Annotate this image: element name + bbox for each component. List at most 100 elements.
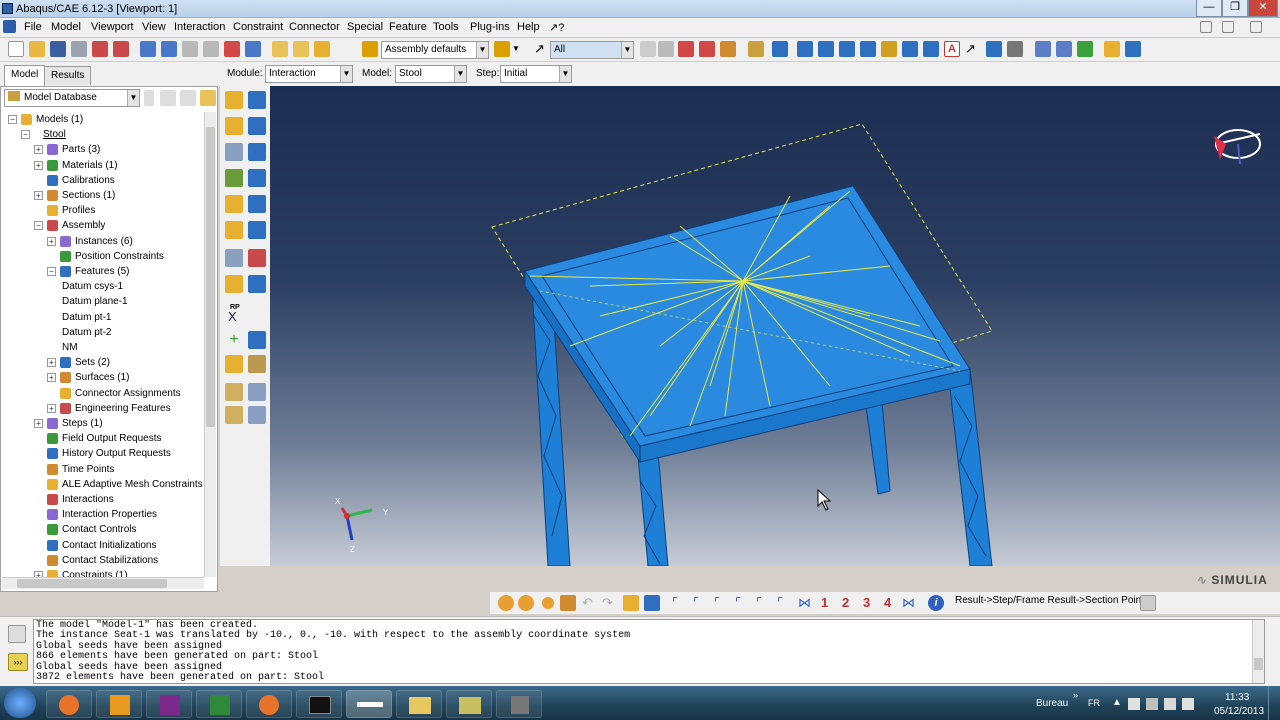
menu-context-help[interactable]: ↗? — [549, 21, 564, 34]
front-view-icon[interactable] — [293, 41, 309, 57]
collapse-icon[interactable]: − — [47, 267, 56, 276]
cycle-views-icon[interactable] — [245, 41, 261, 57]
taskbar-abaqus[interactable] — [346, 690, 392, 718]
tree-vertical-scrollbar[interactable] — [204, 112, 216, 577]
selection-filter-combo[interactable]: All ▼ — [550, 41, 634, 59]
menu-file[interactable]: File — [24, 21, 42, 33]
list-icon[interactable] — [1007, 41, 1023, 57]
view-2-button[interactable]: 2 — [842, 595, 849, 610]
view-zy-icon[interactable]: ⌜ — [756, 595, 772, 611]
pick-all-icon[interactable] — [699, 41, 715, 57]
create-section-icon[interactable] — [225, 221, 243, 239]
mesh-display-icon[interactable] — [498, 595, 514, 611]
view-custom-icon[interactable]: ⋈ — [902, 595, 918, 611]
tree-sort-icon[interactable] — [144, 90, 154, 106]
connector-manager-icon[interactable] — [248, 195, 266, 213]
create-interaction-icon[interactable] — [225, 91, 243, 109]
auto-fit-icon[interactable] — [224, 41, 240, 57]
desktop-label[interactable]: Bureau — [1036, 698, 1068, 709]
constraint-manager-icon[interactable] — [248, 169, 266, 187]
pick-icon[interactable] — [658, 41, 674, 57]
menu-viewport[interactable]: Viewport — [91, 21, 134, 33]
expand-icon[interactable]: + — [47, 403, 56, 413]
view-xy-icon[interactable]: ⌜ — [672, 595, 688, 611]
set-icon[interactable] — [225, 406, 243, 424]
chevron-up-icon[interactable]: » — [1073, 690, 1078, 700]
minimize-button[interactable]: — — [1196, 0, 1222, 17]
action-center-icon[interactable] — [1128, 698, 1140, 710]
message-scrollbar[interactable] — [1252, 620, 1264, 683]
datum-axis-icon[interactable] — [248, 331, 266, 349]
job-icon[interactable] — [113, 41, 129, 57]
grid-icon[interactable] — [986, 41, 1002, 57]
render-wire-icon[interactable] — [797, 41, 813, 57]
menu-view[interactable]: View — [142, 21, 166, 33]
arrow-annotation-icon[interactable]: ↗ — [965, 41, 981, 57]
close-button[interactable]: ✕ — [1248, 0, 1278, 17]
expand-icon[interactable]: + — [47, 358, 56, 368]
taskbar-tool[interactable] — [496, 690, 542, 718]
menu-app-icon[interactable] — [3, 20, 16, 33]
start-button[interactable] — [4, 688, 36, 718]
model-combo[interactable]: Stool ▼ — [395, 65, 467, 83]
viewport[interactable]: X Y Z — [270, 86, 1280, 566]
view-3-button[interactable]: 3 — [863, 595, 870, 610]
layers-icon[interactable] — [1035, 41, 1051, 57]
create-wire-icon[interactable] — [225, 249, 243, 267]
edges-icon[interactable] — [881, 41, 897, 57]
chevron-down-icon[interactable]: ▼ — [512, 41, 520, 57]
clock-time[interactable]: 11:33 — [1225, 692, 1249, 703]
create-constraint-icon[interactable] — [225, 169, 243, 187]
print-icon[interactable] — [71, 41, 87, 57]
assignment-manager-icon[interactable] — [248, 275, 266, 293]
assembly-defaults-combo[interactable]: Assembly defaults ▼ — [381, 41, 489, 59]
collapse-icon[interactable]: − — [34, 221, 43, 231]
close-viewport-icon[interactable] — [1250, 21, 1262, 33]
iso-view-icon[interactable] — [272, 41, 288, 57]
taskbar-firefox[interactable] — [46, 690, 92, 718]
expand-icon[interactable]: + — [34, 419, 43, 428]
tree-horizontal-scrollbar[interactable] — [2, 577, 204, 589]
save-icon[interactable] — [50, 41, 66, 57]
collapse-icon[interactable]: − — [8, 115, 17, 124]
replace-icon[interactable] — [720, 41, 736, 57]
section-manager-icon[interactable] — [248, 221, 266, 239]
taskbar-outlook[interactable] — [96, 690, 142, 718]
clock-date[interactable]: 05/12/2013 — [1214, 706, 1264, 717]
open-icon[interactable] — [29, 41, 45, 57]
pick-box-icon[interactable] — [678, 41, 694, 57]
tree-filter-icon[interactable] — [180, 90, 196, 106]
taskbar-explorer[interactable] — [396, 690, 442, 718]
assembly-icon[interactable] — [623, 595, 639, 611]
datum-point-icon[interactable]: + — [225, 331, 243, 349]
create-control-icon[interactable] — [225, 143, 243, 161]
view-1-button[interactable]: 1 — [821, 595, 828, 610]
overlay-icon[interactable] — [518, 595, 534, 611]
display-group-icon[interactable] — [1056, 41, 1072, 57]
menu-constraint[interactable]: Constraint — [233, 21, 283, 33]
expand-icon[interactable]: + — [47, 236, 56, 246]
power-icon[interactable] — [1182, 698, 1194, 710]
python-shell-icon[interactable]: ››› — [8, 653, 28, 671]
message-area-icon[interactable] — [8, 625, 26, 643]
language-indicator[interactable]: FR — [1088, 698, 1100, 708]
surface-icon[interactable] — [248, 406, 266, 424]
view-compass-icon[interactable] — [1214, 129, 1261, 165]
redo-icon[interactable]: ↷ — [602, 595, 618, 611]
menu-feature[interactable]: Feature — [389, 21, 427, 33]
expand-icon[interactable]: + — [34, 160, 43, 170]
box-zoom-icon[interactable] — [203, 41, 219, 57]
datum-plane-icon[interactable] — [225, 355, 243, 373]
step-combo[interactable]: Initial ▼ — [500, 65, 572, 83]
model-database-combo[interactable]: Model Database ▼ — [4, 89, 140, 107]
filter-icon[interactable] — [640, 41, 656, 57]
volume-icon[interactable] — [1164, 698, 1176, 710]
partition-icon[interactable] — [225, 383, 243, 401]
undo-icon[interactable]: ↶ — [582, 595, 598, 611]
expand-icon[interactable]: + — [34, 191, 43, 200]
mesh-icon[interactable] — [772, 41, 788, 57]
prompt-options-icon[interactable] — [1140, 595, 1156, 611]
pan-icon[interactable] — [140, 41, 156, 57]
pick-tool-icon[interactable] — [560, 595, 576, 611]
view-iso-icon[interactable]: ⋈ — [798, 595, 814, 611]
